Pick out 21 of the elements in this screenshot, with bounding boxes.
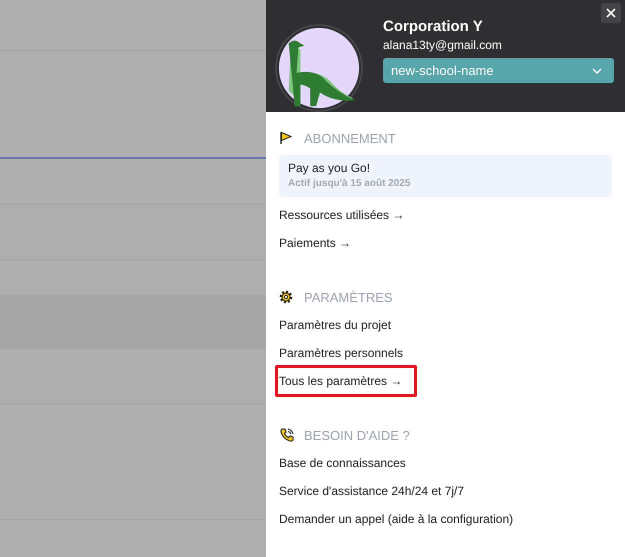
account-email: alana13ty@gmail.com xyxy=(383,38,503,53)
menu-link[interactable]: Paramètres du projet xyxy=(275,315,396,335)
account-name: Corporation Y xyxy=(383,18,484,36)
gear-icon xyxy=(279,290,293,304)
menu-link[interactable]: Demander un appel (aide à la configuration) xyxy=(275,509,518,529)
section-heading: ABONNEMENT xyxy=(304,130,396,146)
close-icon xyxy=(606,8,616,18)
menu-link[interactable]: Ressources utilisées → xyxy=(275,205,408,225)
phone-icon xyxy=(279,427,295,443)
menu-link[interactable]: Tous les paramètres → xyxy=(275,365,418,397)
menu-link[interactable]: Base de connaissances xyxy=(275,453,410,473)
menu-link[interactable]: Paiements → xyxy=(275,233,356,253)
plan-validity: Actif jusqu'à 15 août 2025 xyxy=(288,177,412,191)
close-button[interactable] xyxy=(601,3,621,23)
section-heading: BESOIN D'AIDE ? xyxy=(304,428,410,442)
flag-icon xyxy=(279,131,293,145)
plan-name: Pay as you Go! xyxy=(288,160,372,176)
section-heading: PARAMÈTRES xyxy=(304,290,393,304)
menu-link[interactable]: Paramètres personnels xyxy=(275,343,408,363)
menu-link[interactable]: Service d'assistance 24h/24 et 7j/7 xyxy=(275,481,468,501)
caret-icon xyxy=(592,68,602,74)
